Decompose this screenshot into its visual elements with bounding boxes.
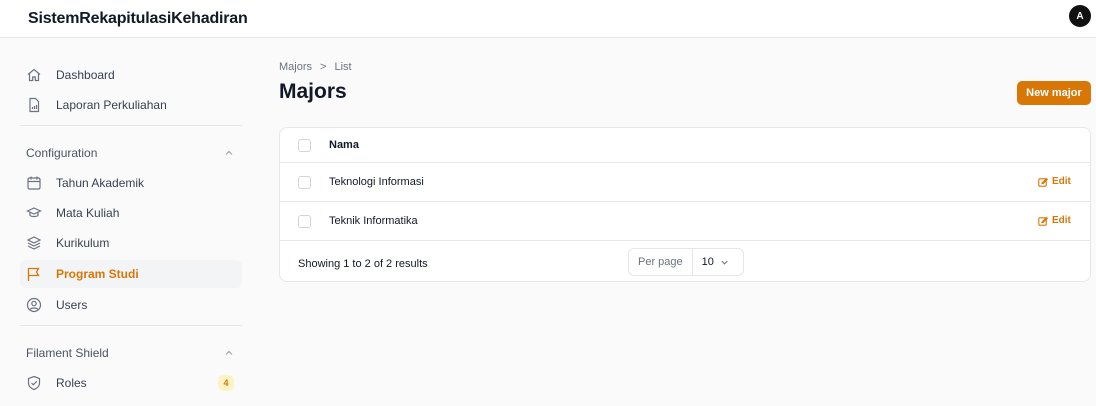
sidebar-divider	[20, 125, 242, 126]
edit-label: Edit	[1052, 176, 1071, 187]
sidebar-item-label: Program Studi	[56, 267, 139, 281]
table-row[interactable]: Teknologi Informasi Edit	[280, 163, 1090, 202]
sidebar-item-label: Laporan Perkuliahan	[56, 98, 167, 112]
sidebar-item-users[interactable]: Users	[20, 291, 242, 319]
row-checkbox[interactable]	[298, 176, 311, 189]
user-circle-icon	[26, 297, 42, 313]
sidebar-item-mata-kuliah[interactable]: Mata Kuliah	[20, 199, 242, 227]
edit-action[interactable]: Edit	[1038, 176, 1071, 187]
page-title: Majors	[279, 80, 347, 103]
group-label-configuration: Configuration	[26, 146, 98, 160]
majors-table: Nama Teknologi Informasi Edit Teknik Inf…	[279, 127, 1091, 282]
stack-icon	[26, 235, 42, 251]
breadcrumb-separator: >	[320, 61, 327, 73]
per-page-label: Per page	[629, 249, 693, 275]
per-page-number: 10	[701, 256, 714, 268]
document-chart-icon	[26, 97, 42, 113]
sidebar-item-label: Users	[56, 298, 88, 312]
sidebar-divider	[20, 325, 242, 326]
new-major-button[interactable]: New major	[1017, 81, 1091, 105]
sidebar-item-kurikulum[interactable]: Kurikulum	[20, 229, 242, 257]
calendar-icon	[26, 175, 42, 191]
user-avatar[interactable]: A	[1069, 5, 1091, 27]
per-page-value[interactable]: 10	[693, 256, 729, 268]
chevron-up-icon[interactable]	[224, 348, 234, 358]
flag-icon	[26, 266, 42, 282]
chevron-up-icon[interactable]	[224, 148, 234, 158]
sidebar: Dashboard Laporan Perkuliahan Configurat…	[0, 38, 256, 406]
home-icon	[26, 67, 42, 83]
sidebar-item-tahun-akademik[interactable]: Tahun Akademik	[20, 169, 242, 197]
breadcrumb-parent[interactable]: Majors	[279, 61, 312, 73]
breadcrumb-current: List	[334, 61, 352, 73]
per-page-select[interactable]: Per page 10	[628, 248, 744, 276]
row-checkbox[interactable]	[298, 215, 311, 228]
edit-label: Edit	[1052, 215, 1071, 226]
select-all-checkbox[interactable]	[298, 139, 311, 152]
cell-nama: Teknologi Informasi	[329, 176, 424, 188]
sidebar-item-roles[interactable]: Roles	[20, 369, 242, 397]
sidebar-item-label: Kurikulum	[56, 236, 110, 250]
shield-check-icon	[26, 375, 42, 391]
sidebar-item-label: Tahun Akademik	[56, 176, 145, 190]
breadcrumb: Majors > List	[279, 61, 352, 73]
group-label-filament-shield: Filament Shield	[26, 346, 109, 360]
table-row[interactable]: Teknik Informatika Edit	[280, 202, 1090, 241]
sidebar-item-label: Roles	[56, 376, 87, 390]
sidebar-item-label: Mata Kuliah	[56, 206, 120, 220]
chevron-down-icon	[721, 260, 728, 265]
pencil-square-icon	[1038, 216, 1048, 226]
pencil-square-icon	[1038, 177, 1048, 187]
sidebar-item-program-studi[interactable]: Program Studi	[20, 260, 242, 288]
table-header: Nama	[280, 128, 1090, 163]
edit-action[interactable]: Edit	[1038, 215, 1071, 226]
pagination-summary: Showing 1 to 2 of 2 results	[298, 258, 428, 270]
app-brand[interactable]: SistemRekapitulasiKehadiran	[28, 10, 248, 28]
roles-count-badge: 4	[218, 375, 234, 391]
sidebar-item-label: Dashboard	[56, 68, 115, 82]
top-bar: SistemRekapitulasiKehadiran A	[0, 0, 1096, 38]
sidebar-item-laporan-perkuliahan[interactable]: Laporan Perkuliahan	[20, 91, 242, 119]
column-header-nama[interactable]: Nama	[329, 139, 359, 151]
sidebar-item-dashboard[interactable]: Dashboard	[20, 61, 242, 89]
academic-cap-icon	[26, 205, 42, 221]
cell-nama: Teknik Informatika	[329, 215, 418, 227]
